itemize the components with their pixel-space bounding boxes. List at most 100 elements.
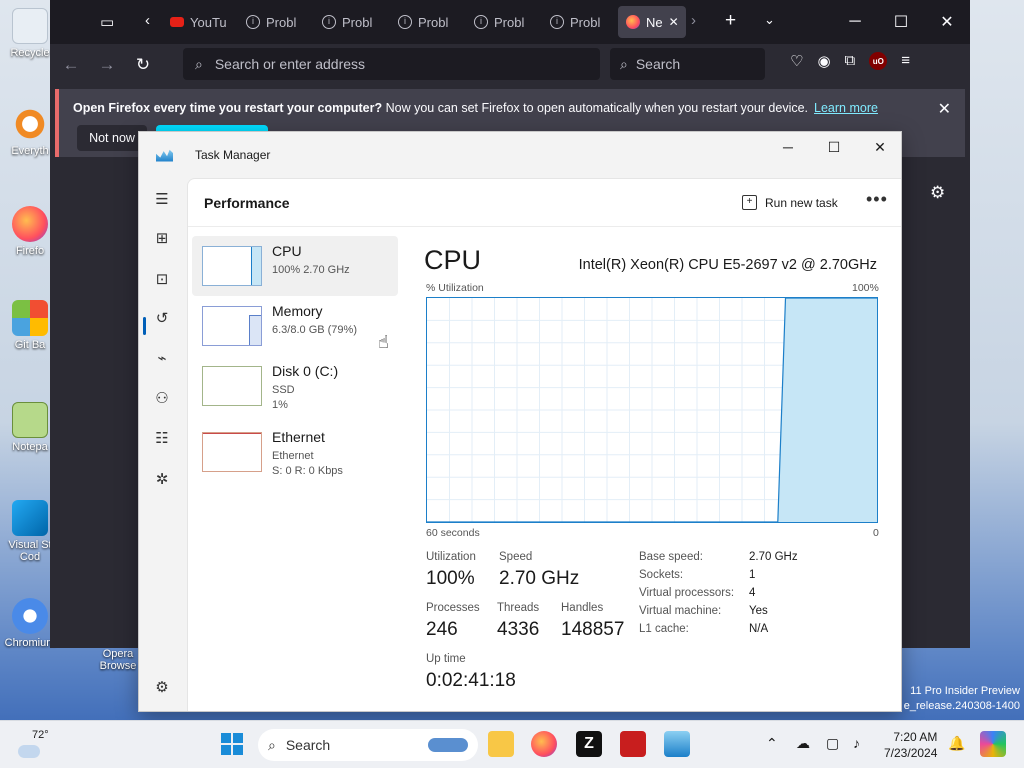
tab-problem-2[interactable]: i Probl — [314, 6, 388, 38]
info-icon: i — [398, 15, 412, 29]
reload-icon[interactable]: ↻ — [132, 55, 154, 75]
tab-problem-3[interactable]: i Probl — [390, 6, 464, 38]
chromium-icon — [12, 598, 48, 634]
processes-value: 246 — [426, 619, 458, 640]
processes-label: Processes — [426, 602, 480, 614]
more-options-icon[interactable]: ••• — [866, 189, 888, 210]
l1-cache-value: N/A — [749, 623, 769, 635]
settings-icon[interactable]: ⚙ — [152, 678, 172, 698]
tab-scroll-left-icon[interactable]: ‹ — [145, 12, 150, 29]
virtual-processors-label: Virtual processors: — [639, 587, 735, 599]
minimize-button[interactable]: ─ — [765, 132, 811, 162]
cpu-thumbnail — [202, 246, 262, 286]
back-icon[interactable]: ← — [60, 55, 82, 75]
file-explorer-icon[interactable] — [488, 731, 514, 757]
search-icon: ⌕ — [268, 736, 276, 753]
hamburger-icon[interactable]: ☰ — [152, 190, 172, 210]
forward-icon[interactable]: → — [96, 55, 118, 75]
taskbar-search[interactable]: ⌕ Search — [258, 729, 478, 761]
base-speed-value: 2.70 GHz — [749, 551, 798, 563]
cpu-graph-svg — [427, 298, 877, 522]
firefox-view-icon[interactable]: ▭ — [100, 13, 114, 31]
task-manager-taskbar-icon[interactable] — [664, 731, 690, 757]
list-tabs-icon[interactable]: ⌄ — [764, 12, 775, 28]
close-icon[interactable]: ✕ — [938, 99, 951, 119]
url-bar[interactable]: ⌕ Search or enter address — [183, 48, 600, 80]
learn-more-link[interactable]: Learn more — [814, 101, 878, 115]
utilization-axis-label: % Utilization — [426, 282, 484, 294]
account-icon[interactable]: ◉ — [817, 52, 830, 70]
resource-disk[interactable]: Disk 0 (C:) SSD 1% — [192, 356, 398, 416]
desktop-icon-opera[interactable]: Opera Browse — [92, 648, 144, 672]
resource-memory[interactable]: Memory 6.3/8.0 GB (79%) — [192, 296, 398, 356]
details-icon[interactable]: ☷ — [152, 429, 172, 449]
virtual-machine-value: Yes — [749, 605, 768, 617]
ccleaner-icon[interactable] — [620, 731, 646, 757]
maximize-button[interactable]: ☐ — [811, 132, 857, 162]
menu-icon[interactable]: ≡ — [901, 52, 910, 70]
tab-problem-4[interactable]: i Probl — [466, 6, 540, 38]
minimize-button[interactable]: ─ — [832, 0, 878, 44]
uptime-value: 0:02:41:18 — [426, 670, 516, 691]
desktop-icon-chromium[interactable]: Chromium — [4, 598, 56, 649]
desktop-icon-firefox[interactable]: Firefo — [4, 206, 56, 257]
gear-icon[interactable]: ⚙ — [930, 183, 945, 203]
startup-apps-icon[interactable]: ⌁ — [152, 349, 172, 369]
close-button[interactable]: ✕ — [857, 132, 903, 162]
performance-icon[interactable]: ⊡ — [152, 270, 172, 290]
cpu-heading: CPU — [424, 245, 482, 275]
tab-problem-1[interactable]: i Probl — [238, 6, 312, 38]
desktop-icon-everything[interactable]: Everyth — [4, 106, 56, 157]
everything-icon — [12, 106, 48, 142]
network-icon[interactable]: ☁ — [796, 735, 810, 752]
vscode-icon — [12, 500, 48, 536]
show-hidden-icons[interactable]: ⌃ — [766, 735, 778, 752]
tab-scroll-right-icon[interactable]: › — [691, 12, 696, 29]
sockets-label: Sockets: — [639, 569, 684, 581]
run-new-task-button[interactable]: + Run new task — [742, 195, 838, 210]
clock[interactable]: 7:20 AM 7/23/2024 — [884, 729, 937, 761]
search-bar[interactable]: ⌕ Search — [610, 48, 765, 80]
desktop-icon-git-bash[interactable]: Git Ba — [4, 300, 56, 351]
resource-ethernet[interactable]: Ethernet Ethernet S: 0 R: 0 Kbps — [192, 422, 398, 482]
users-icon[interactable]: ⚇ — [152, 389, 172, 409]
services-icon[interactable]: ✲ — [152, 470, 172, 490]
display-icon[interactable]: ▢ — [826, 735, 839, 752]
desktop-icon-notepad[interactable]: Notepa — [4, 402, 56, 453]
ublock-icon[interactable]: uO — [869, 52, 888, 70]
filezilla-icon[interactable]: Z — [576, 731, 602, 757]
desktop-icon-vscode[interactable]: Visual St Cod — [4, 500, 56, 563]
volume-icon[interactable]: ♪ — [853, 735, 860, 751]
start-button[interactable] — [221, 733, 243, 755]
processes-icon[interactable]: ⊞ — [152, 229, 172, 249]
info-icon: i — [322, 15, 336, 29]
maximize-button[interactable]: ☐ — [878, 0, 924, 44]
tab-new-tab[interactable]: Ne ✕ — [618, 6, 686, 38]
search-icon: ⌕ — [195, 55, 203, 72]
info-icon: i — [474, 15, 488, 29]
close-button[interactable]: ✕ — [924, 0, 970, 44]
weather-widget[interactable]: 72° — [18, 729, 49, 758]
selection-indicator — [143, 317, 146, 335]
info-icon: i — [246, 15, 260, 29]
tab-youtube[interactable]: YouTu — [162, 6, 236, 38]
app-history-icon[interactable]: ↺ — [152, 309, 172, 329]
close-tab-icon[interactable]: ✕ — [669, 15, 679, 29]
firefox-icon[interactable] — [531, 731, 557, 757]
resource-cpu[interactable]: CPU 100% 2.70 GHz — [192, 236, 398, 296]
notification-bell-icon[interactable]: 🔔 — [948, 735, 965, 752]
desktop-icon-recycle-bin[interactable]: Recycle — [4, 8, 56, 59]
git-bash-icon — [12, 300, 48, 336]
utilization-label: Utilization — [426, 551, 476, 563]
pocket-icon[interactable]: ♡ — [790, 52, 803, 70]
tab-problem-5[interactable]: i Probl — [542, 6, 616, 38]
not-now-button[interactable]: Not now — [77, 125, 147, 151]
copilot-icon[interactable] — [980, 731, 1006, 757]
search-highlight-icon — [428, 738, 468, 752]
ethernet-thumbnail — [202, 432, 262, 472]
performance-page: Performance + Run new task ••• CPU 100% … — [187, 178, 901, 711]
extensions-icon[interactable]: ⧉ — [845, 52, 856, 70]
speed-value: 2.70 GHz — [499, 568, 580, 589]
new-tab-icon[interactable]: + — [725, 10, 736, 32]
threads-value: 4336 — [497, 619, 540, 640]
